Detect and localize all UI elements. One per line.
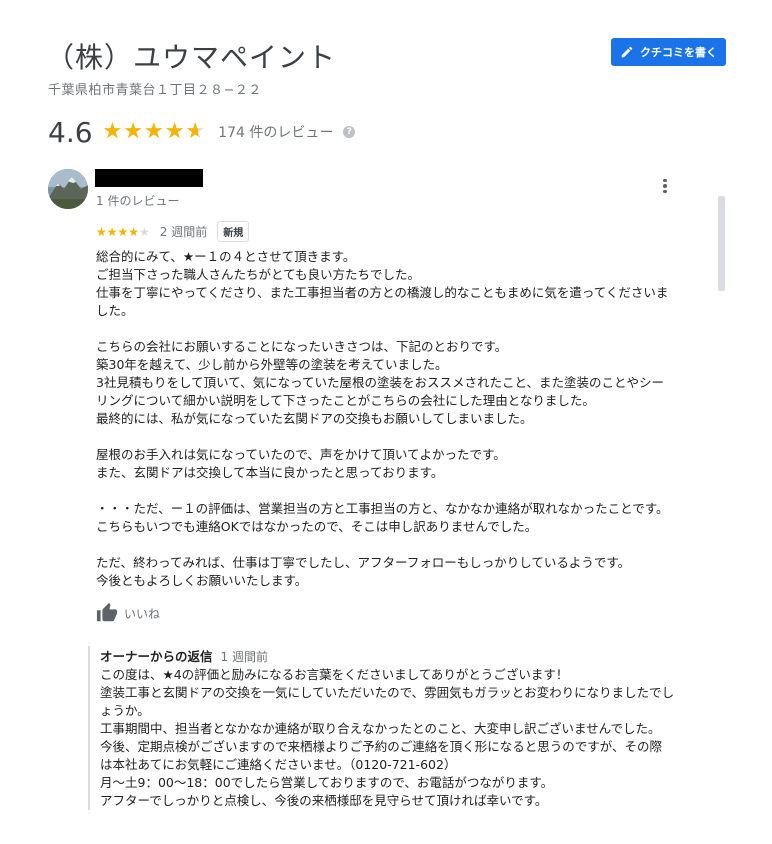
business-address: 千葉県柏市青葉台１丁目２８−２２	[48, 83, 262, 98]
like-label: いいね	[124, 606, 161, 621]
pencil-icon	[621, 46, 633, 58]
review-line: また、玄関ドアは交換して本当に良かったと思っております。	[96, 465, 444, 480]
review-line	[96, 428, 696, 446]
write-review-button[interactable]: クチコミを書く	[611, 38, 726, 66]
review-text: 総合的にみて、★ー１の４とさせて頂きます。ご担当下さった職人さんたちがとても良い…	[96, 248, 696, 590]
owner-reply-line: 今後、定期点検がございますので来栖様よりご予約のご連絡を頂く形になると思うのです…	[100, 739, 663, 754]
rating-stars: ★★★★★ ★★★★★	[102, 119, 207, 144]
avatar[interactable]	[48, 169, 88, 209]
help-icon[interactable]: ?	[343, 126, 356, 138]
review-line	[96, 320, 696, 338]
rating-value: 4.6	[48, 115, 93, 149]
business-name: （株）ユウマペイント	[46, 41, 337, 74]
author-review-count: 1 件のレビュー	[96, 194, 180, 208]
review-line: 最終的には、私が気になっていた玄関ドアの交換もお願いしてしまいました。	[96, 411, 533, 426]
review-line: 屋根のお手入れは気になっていたので、声をかけて頂いてよかったです。	[96, 447, 506, 462]
review-line: リングについて細かい説明をして下さったことがこちらの会社にした理由となりました。	[96, 393, 595, 408]
owner-reply-label: オーナーからの返信	[100, 649, 213, 664]
owner-reply-date: 1 週間前	[220, 650, 268, 664]
review-line: ・・・ただ、ー１の評価は、営業担当の方と工事担当の方と、なかなか連絡が取れなかっ…	[96, 501, 669, 516]
owner-reply-line: ょうか。	[100, 703, 150, 718]
scrollbar[interactable]	[718, 196, 725, 291]
owner-reply-text: この度は、★4の評価と励みになるお言葉をくださいましてありがとうございます！ 塗装…	[100, 666, 698, 810]
thumbs-up-icon	[96, 602, 118, 622]
review-line: ただ、終わってみれば、仕事は丁寧でしたし、アフターフォローもしっかりしているよう…	[96, 555, 631, 570]
review-line: 今後ともよろしくお願いいたします。	[96, 573, 308, 588]
owner-reply-line: は本社あてにお気軽にご連絡くださいませ。（0120-721-602）	[100, 757, 457, 772]
mountain-photo-icon	[48, 169, 88, 209]
review-stars: ★★★★★ ★★★★★	[96, 224, 150, 239]
like-button[interactable]: いいね	[96, 602, 160, 624]
review-line	[96, 482, 696, 500]
owner-reply: オーナーからの返信 1 週間前 この度は、★4の評価と励みになるお言葉をください…	[88, 646, 698, 810]
review-line: 仕事を丁寧にやってくださり、また工事担当者の方との橋渡し的なこともまめに気を遣っ…	[96, 285, 669, 300]
review-line: 3社見積もりをして頂いて、気になっていた屋根の塗装をおススメされたこと、また塗装…	[96, 375, 664, 390]
write-review-label: クチコミを書く	[640, 46, 717, 59]
review-line: こちらもいつでも連絡OKではなかったので、そこは申し訳ありませんでした。	[96, 519, 538, 534]
owner-reply-line: この度は、★4の評価と励みになるお言葉をくださいましてありがとうございます！	[100, 667, 569, 682]
owner-reply-line: 塗装工事と玄関ドアの交換を一気にしていただいたので、雰囲気もガラッとお変わりにな…	[100, 685, 675, 700]
new-badge: 新規	[217, 221, 250, 242]
author-name-redacted	[95, 169, 203, 187]
review-line: ご担当下さった職人さんたちがとても良い方たちでした。	[96, 267, 421, 282]
rating-summary: 4.6 ★★★★★ ★★★★★ 174 件のレビュー ?	[48, 114, 356, 150]
review-line: こちらの会社にお願いすることになったいきさつは、下記のとおりです。	[96, 339, 508, 354]
review-count-link[interactable]: 174 件のレビュー	[218, 122, 333, 142]
owner-reply-line: 工事期間中、担当者となかなか連絡が取り合えなかったとのこと、大変申し訳ございませ…	[100, 721, 661, 736]
owner-reply-line: アフターでしっかりと点検し、今後の来栖様邸を見守らせて頂ければ幸いです。	[100, 793, 548, 808]
review-line: 築30年を越えて、少し前から外壁等の塗装を考えていました。	[96, 357, 448, 372]
review-date: 2 週間前	[159, 225, 208, 239]
review-line: 総合的にみて、★ー１の４とさせて頂きます。	[96, 249, 356, 264]
review-line	[96, 536, 696, 554]
owner-reply-line: 月〜土9：00〜18：00でしたら営業しておりますので、お電話がつながります。	[100, 775, 554, 790]
review-line: した。	[96, 303, 134, 318]
more-options-icon[interactable]	[655, 176, 675, 196]
review-rating-row: ★★★★★ ★★★★★ 2 週間前 新規	[96, 221, 250, 242]
